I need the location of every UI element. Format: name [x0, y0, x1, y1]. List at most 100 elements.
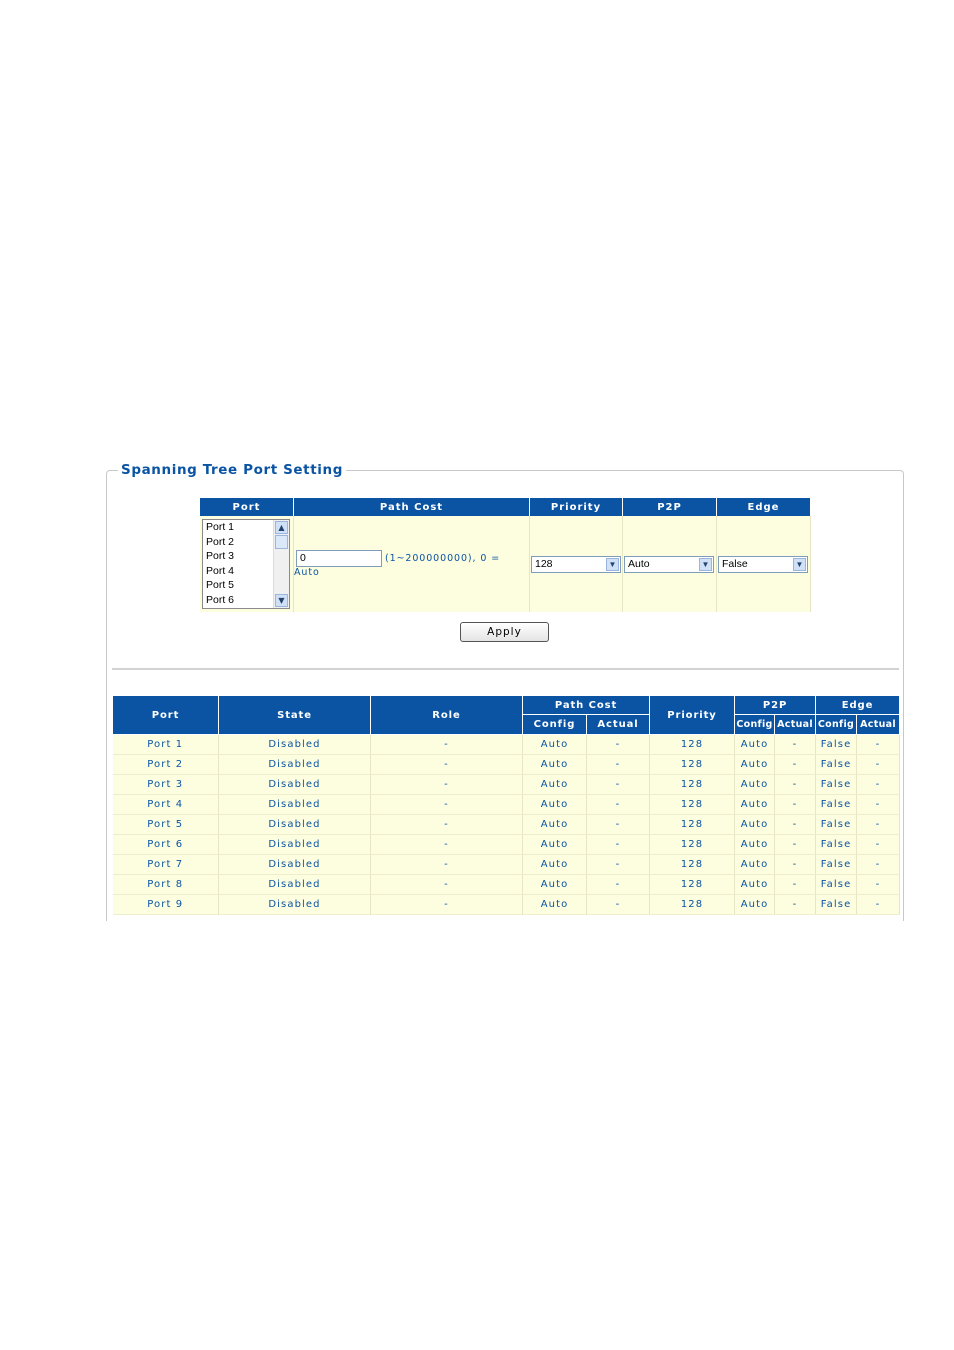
- cell-pc-actual: -: [586, 734, 651, 755]
- col-path-cost-actual: Actual: [585, 714, 651, 735]
- cell-state: Disabled: [218, 774, 371, 795]
- col-path-cost-config: Config: [522, 714, 587, 735]
- header-port: Port: [200, 498, 294, 516]
- cell-port: Port 3: [112, 774, 219, 795]
- cell-role: -: [370, 734, 523, 755]
- port-cell: Port 1 Port 2 Port 3 Port 4 Port 5 Port …: [200, 516, 294, 612]
- p2p-select[interactable]: Auto ▼: [624, 555, 714, 573]
- port-setting-table: Port Path Cost Priority P2P Edge Port 1 …: [200, 498, 811, 612]
- cell-p2p-config: Auto: [734, 754, 776, 775]
- cell-role: -: [370, 834, 523, 855]
- status-table-body: Port 1 Disabled - Auto -128 Auto - False - Port 2…: [112, 734, 901, 915]
- cell-port: Port 1: [112, 734, 219, 755]
- cell-port: Port 8: [112, 874, 219, 895]
- path-cost-input[interactable]: 0: [296, 549, 382, 567]
- cell-priority: 128: [649, 834, 736, 855]
- cell-pc-config: Auto: [522, 794, 587, 815]
- section-divider: [112, 668, 899, 670]
- port-listbox[interactable]: Port 1 Port 2 Port 3 Port 4 Port 5 Port …: [202, 519, 290, 609]
- path-cost-cell: 0 (1~200000000), 0 = Auto: [293, 516, 530, 612]
- cell-edge-config: False: [815, 794, 858, 815]
- chevron-down-icon[interactable]: ▼: [699, 557, 712, 571]
- cell-state: Disabled: [218, 814, 371, 835]
- chevron-down-icon[interactable]: ▼: [793, 557, 806, 571]
- cell-edge-config: False: [815, 734, 858, 755]
- table-row: Port 9 Disabled - Auto -128 Auto - False -: [112, 894, 901, 915]
- priority-select-value: 128: [535, 557, 553, 570]
- cell-state: Disabled: [218, 854, 371, 875]
- cell-p2p-actual: -: [774, 794, 817, 815]
- cell-edge-actual: -: [856, 774, 901, 795]
- cell-pc-actual: -: [586, 834, 651, 855]
- apply-button[interactable]: Apply: [460, 622, 549, 642]
- edge-select[interactable]: False ▼: [718, 555, 808, 573]
- cell-edge-actual: -: [856, 734, 901, 755]
- p2p-select-value: Auto: [628, 557, 650, 570]
- chevron-down-icon[interactable]: ▼: [606, 557, 619, 571]
- cell-p2p-actual: -: [774, 874, 817, 895]
- cell-edge-config: False: [815, 854, 858, 875]
- cell-pc-actual: -: [586, 814, 651, 835]
- scrollbar-thumb[interactable]: [275, 535, 288, 549]
- cell-p2p-config: Auto: [734, 854, 776, 875]
- col-port: Port: [112, 695, 219, 735]
- priority-select[interactable]: 128 ▼: [531, 555, 621, 573]
- cell-priority: 128: [649, 894, 736, 915]
- cell-p2p-config: Auto: [734, 774, 776, 795]
- section-title: Spanning Tree Port Setting: [118, 462, 346, 478]
- cell-pc-actual: -: [586, 874, 651, 895]
- cell-p2p-config: Auto: [734, 734, 776, 755]
- header-edge: Edge: [716, 498, 810, 516]
- cell-pc-actual: -: [586, 774, 651, 795]
- cell-priority: 128: [649, 754, 736, 775]
- cell-p2p-config: Auto: [734, 814, 776, 835]
- cell-pc-config: Auto: [522, 834, 587, 855]
- cell-pc-config: Auto: [522, 894, 587, 915]
- cell-role: -: [370, 754, 523, 775]
- cell-edge-config: False: [815, 754, 858, 775]
- cell-p2p-actual: -: [774, 834, 817, 855]
- cell-state: Disabled: [218, 874, 371, 895]
- header-priority: Priority: [529, 498, 623, 516]
- cell-p2p-config: Auto: [734, 894, 776, 915]
- col-role: Role: [370, 695, 523, 735]
- cell-p2p-config: Auto: [734, 874, 776, 895]
- p2p-cell: Auto ▼: [622, 516, 717, 612]
- col-priority: Priority: [649, 695, 736, 735]
- col-state: State: [218, 695, 371, 735]
- cell-pc-config: Auto: [522, 754, 587, 775]
- col-p2p-config: Config: [734, 714, 776, 735]
- table-row: Port 6 Disabled - Auto -128 Auto - False -: [112, 834, 901, 855]
- col-p2p-actual: Actual: [774, 714, 817, 735]
- col-edge: Edge: [815, 695, 901, 715]
- cell-edge-actual: -: [856, 834, 901, 855]
- chevron-down-icon[interactable]: ▼: [275, 594, 288, 607]
- listbox-scrollbar[interactable]: ▲ ▼: [273, 520, 289, 608]
- edge-cell: False ▼: [716, 516, 811, 612]
- cell-state: Disabled: [218, 754, 371, 775]
- cell-state: Disabled: [218, 894, 371, 915]
- cell-pc-actual: -: [586, 794, 651, 815]
- cell-port: Port 9: [112, 894, 219, 915]
- cell-role: -: [370, 894, 523, 915]
- cell-pc-config: Auto: [522, 734, 587, 755]
- cell-edge-config: False: [815, 894, 858, 915]
- cell-priority: 128: [649, 734, 736, 755]
- cell-role: -: [370, 854, 523, 875]
- cell-edge-actual: -: [856, 814, 901, 835]
- cell-edge-config: False: [815, 834, 858, 855]
- cell-p2p-actual: -: [774, 894, 817, 915]
- chevron-up-icon[interactable]: ▲: [275, 521, 288, 534]
- cell-pc-actual: -: [586, 854, 651, 875]
- cell-pc-config: Auto: [522, 854, 587, 875]
- cell-pc-actual: -: [586, 754, 651, 775]
- cell-priority: 128: [649, 794, 736, 815]
- cell-p2p-actual: -: [774, 854, 817, 875]
- cell-priority: 128: [649, 874, 736, 895]
- cell-port: Port 2: [112, 754, 219, 775]
- cell-role: -: [370, 814, 523, 835]
- header-p2p: P2P: [622, 498, 717, 516]
- cell-p2p-config: Auto: [734, 834, 776, 855]
- cell-port: Port 7: [112, 854, 219, 875]
- cell-port: Port 5: [112, 814, 219, 835]
